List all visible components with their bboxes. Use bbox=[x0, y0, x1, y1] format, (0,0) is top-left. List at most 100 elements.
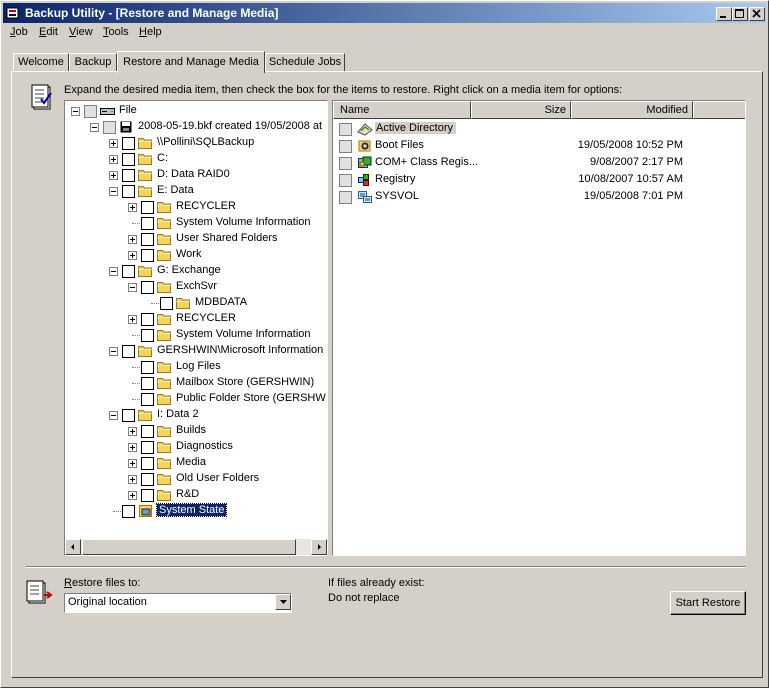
tree-checkbox[interactable] bbox=[103, 121, 116, 134]
tree-checkbox[interactable] bbox=[141, 281, 154, 294]
tab-schedule-jobs[interactable]: Schedule Jobs bbox=[265, 53, 345, 72]
tree-checkbox[interactable] bbox=[160, 297, 173, 310]
collapse-icon[interactable] bbox=[109, 267, 118, 276]
tree-checkbox[interactable] bbox=[141, 441, 154, 454]
maximize-button[interactable] bbox=[732, 7, 748, 21]
tree-node[interactable]: Diagnostics bbox=[65, 439, 327, 455]
tree-node[interactable]: System Volume Information bbox=[65, 215, 327, 231]
tree-checkbox[interactable] bbox=[122, 185, 135, 198]
tree-checkbox[interactable] bbox=[122, 169, 135, 182]
tree-checkbox[interactable] bbox=[122, 265, 135, 278]
tree-checkbox[interactable] bbox=[141, 233, 154, 246]
tree-horizontal-scrollbar[interactable] bbox=[65, 539, 327, 555]
list-item[interactable]: Registry 10/08/2007 10:57 AM bbox=[337, 172, 741, 188]
tree-node[interactable]: Mailbox Store (GERSHWIN) bbox=[65, 375, 327, 391]
tree-checkbox[interactable] bbox=[122, 153, 135, 166]
tree-node[interactable]: 2008-05-19.bkf created 19/05/2008 at bbox=[65, 119, 327, 135]
tree-checkbox[interactable] bbox=[122, 137, 135, 150]
list-item-checkbox[interactable] bbox=[339, 174, 352, 187]
list-item[interactable]: Active Directory bbox=[337, 121, 741, 137]
start-restore-button[interactable]: Start Restore bbox=[670, 591, 746, 615]
expand-icon[interactable] bbox=[128, 491, 137, 500]
scroll-right-button[interactable] bbox=[311, 539, 327, 555]
scroll-left-button[interactable] bbox=[65, 539, 81, 555]
restore-location-select[interactable]: Original location bbox=[64, 593, 292, 613]
tree-checkbox[interactable] bbox=[84, 105, 97, 118]
list-item[interactable]: SYSVOL 19/05/2008 7:01 PM bbox=[337, 189, 741, 205]
list-item-checkbox[interactable] bbox=[339, 140, 352, 153]
tree-node[interactable]: Log Files bbox=[65, 359, 327, 375]
collapse-icon[interactable] bbox=[90, 123, 99, 132]
tree-checkbox[interactable] bbox=[141, 249, 154, 262]
collapse-icon[interactable] bbox=[128, 283, 137, 292]
tree-node[interactable]: System State bbox=[65, 503, 327, 519]
menu-view[interactable]: View bbox=[69, 26, 93, 38]
expand-icon[interactable] bbox=[128, 475, 137, 484]
tree-node[interactable]: User Shared Folders bbox=[65, 231, 327, 247]
list-item[interactable]: COM+ Class Regis... 9/08/2007 2:17 PM bbox=[337, 155, 741, 171]
close-button[interactable] bbox=[749, 7, 765, 21]
expand-icon[interactable] bbox=[128, 315, 137, 324]
tab-welcome[interactable]: Welcome bbox=[13, 53, 69, 72]
tree-node[interactable]: File bbox=[65, 103, 327, 119]
expand-icon[interactable] bbox=[109, 171, 118, 180]
tree-node[interactable]: Builds bbox=[65, 423, 327, 439]
collapse-icon[interactable] bbox=[109, 187, 118, 196]
column-header-modified[interactable]: Modified bbox=[571, 101, 693, 119]
tree-checkbox[interactable] bbox=[141, 217, 154, 230]
tab-backup[interactable]: Backup bbox=[69, 53, 117, 72]
expand-icon[interactable] bbox=[128, 443, 137, 452]
tree-node[interactable]: Media bbox=[65, 455, 327, 471]
tree-checkbox[interactable] bbox=[141, 393, 154, 406]
tree-checkbox[interactable] bbox=[141, 361, 154, 374]
tree-node[interactable]: \\Pollini\SQLBackup bbox=[65, 135, 327, 151]
tab-restore-and-manage-media[interactable]: Restore and Manage Media bbox=[117, 51, 265, 73]
minimize-button[interactable] bbox=[716, 7, 732, 21]
tree-checkbox[interactable] bbox=[122, 345, 135, 358]
tree-node[interactable]: C: bbox=[65, 151, 327, 167]
tree-checkbox[interactable] bbox=[122, 505, 135, 518]
tree-checkbox[interactable] bbox=[122, 409, 135, 422]
menu-help[interactable]: Help bbox=[139, 26, 162, 38]
list-item-checkbox[interactable] bbox=[339, 157, 352, 170]
menu-tools[interactable]: Tools bbox=[103, 26, 129, 38]
collapse-icon[interactable] bbox=[71, 107, 80, 116]
expand-icon[interactable] bbox=[128, 203, 137, 212]
column-header-name[interactable]: Name bbox=[333, 101, 471, 119]
tree-node[interactable]: Old User Folders bbox=[65, 471, 327, 487]
tree-checkbox[interactable] bbox=[141, 313, 154, 326]
expand-icon[interactable] bbox=[109, 155, 118, 164]
tree-node[interactable]: I: Data 2 bbox=[65, 407, 327, 423]
scroll-thumb[interactable] bbox=[82, 539, 296, 555]
list-item-checkbox[interactable] bbox=[339, 123, 352, 136]
menu-job[interactable]: Job bbox=[10, 26, 28, 38]
list-item-checkbox[interactable] bbox=[339, 191, 352, 204]
file-list[interactable]: Name Size Modified Active Directory Boot … bbox=[332, 100, 746, 556]
tree-checkbox[interactable] bbox=[141, 489, 154, 502]
expand-icon[interactable] bbox=[128, 427, 137, 436]
media-tree[interactable]: File 2008-05-19.bkf created 19/05/2008 at… bbox=[64, 100, 328, 556]
tree-node[interactable]: RECYCLER bbox=[65, 311, 327, 327]
tree-node[interactable]: System Volume Information bbox=[65, 327, 327, 343]
menu-edit[interactable]: Edit bbox=[39, 26, 58, 38]
tree-node[interactable]: GERSHWIN\Microsoft Information bbox=[65, 343, 327, 359]
tree-node[interactable]: ExchSvr bbox=[65, 279, 327, 295]
tree-node[interactable]: D: Data RAID0 bbox=[65, 167, 327, 183]
tree-node[interactable]: E: Data bbox=[65, 183, 327, 199]
list-item[interactable]: Boot Files 19/05/2008 10:52 PM bbox=[337, 138, 741, 154]
tree-checkbox[interactable] bbox=[141, 329, 154, 342]
tree-node[interactable]: R&D bbox=[65, 487, 327, 503]
tree-node[interactable]: Work bbox=[65, 247, 327, 263]
tree-node[interactable]: MDBDATA bbox=[65, 295, 327, 311]
collapse-icon[interactable] bbox=[109, 411, 118, 420]
tree-node[interactable]: RECYCLER bbox=[65, 199, 327, 215]
tree-node[interactable]: Public Folder Store (GERSHW bbox=[65, 391, 327, 407]
tree-node[interactable]: G: Exchange bbox=[65, 263, 327, 279]
expand-icon[interactable] bbox=[128, 235, 137, 244]
expand-icon[interactable] bbox=[128, 459, 137, 468]
tree-checkbox[interactable] bbox=[141, 425, 154, 438]
collapse-icon[interactable] bbox=[109, 347, 118, 356]
column-header-size[interactable]: Size bbox=[471, 101, 571, 119]
expand-icon[interactable] bbox=[128, 251, 137, 260]
restore-location-dropdown-button[interactable] bbox=[275, 594, 291, 610]
